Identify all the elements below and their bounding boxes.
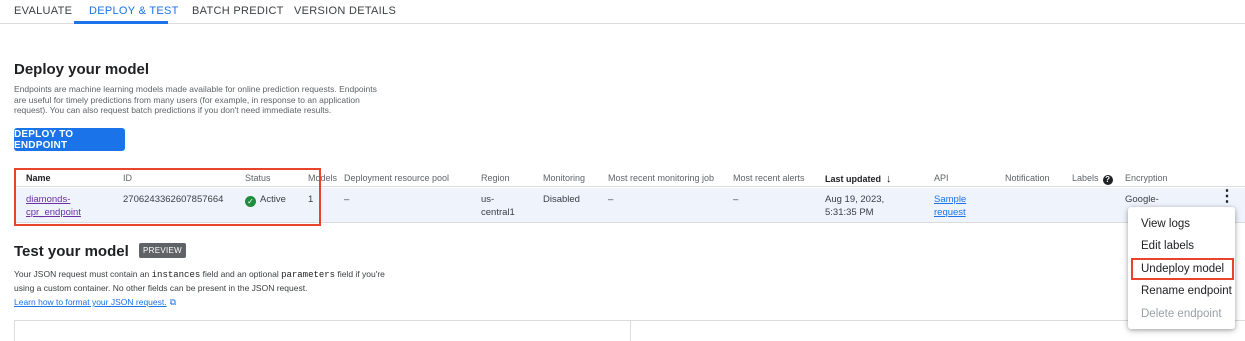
test-desc-part1: Your JSON request must contain an: [14, 269, 152, 279]
col-header-api[interactable]: API: [934, 173, 949, 183]
menu-item-undeploy-model[interactable]: Undeploy model: [1141, 263, 1224, 275]
endpoint-status-label: Active: [260, 194, 286, 205]
col-header-pool[interactable]: Deployment resource pool: [344, 173, 449, 183]
endpoint-last-updated: Aug 19, 2023, 5:31:35 PM: [825, 194, 885, 218]
menu-item-rename-endpoint[interactable]: Rename endpoint: [1141, 285, 1232, 297]
tab-evaluate[interactable]: EVALUATE: [14, 5, 72, 17]
col-header-notification[interactable]: Notification: [1005, 173, 1050, 183]
more-vert-icon[interactable]: ⋮: [1219, 189, 1235, 205]
menu-item-view-logs[interactable]: View logs: [1141, 218, 1190, 230]
col-header-last-updated[interactable]: Last updated ↓: [825, 173, 892, 185]
endpoint-name-link[interactable]: diamonds- cpr_endpoint: [26, 193, 81, 219]
col-header-labels-label: Labels: [1072, 173, 1099, 183]
open-in-new-icon: ⧉: [169, 297, 177, 307]
table-row: diamonds- cpr_endpoint 27062433626078576…: [14, 188, 1245, 223]
endpoint-encryption: Google-: [1125, 194, 1159, 205]
endpoint-recent-alerts: –: [733, 194, 739, 205]
arrow-down-icon: ↓: [886, 173, 892, 185]
endpoint-status: ✓ Active: [245, 193, 286, 207]
test-description: Your JSON request must contain an instan…: [14, 268, 394, 295]
sample-request-link[interactable]: Sample request: [934, 193, 966, 219]
col-header-status[interactable]: Status: [245, 173, 271, 183]
col-header-recent-job[interactable]: Most recent monitoring job: [608, 173, 714, 183]
check-circle-icon: ✓: [245, 196, 256, 207]
code-instances: instances: [151, 270, 201, 280]
deploy-description: Endpoints are machine learning models ma…: [14, 84, 377, 115]
endpoint-id: 2706243362607857664: [123, 194, 224, 205]
tab-version-details[interactable]: VERSION DETAILS: [294, 5, 396, 17]
col-header-models[interactable]: Models: [308, 173, 337, 183]
endpoint-monitoring: Disabled: [543, 194, 580, 205]
tab-bar: EVALUATE DEPLOY & TEST BATCH PREDICT VER…: [0, 0, 1245, 24]
endpoint-recent-job: –: [608, 194, 614, 205]
deploy-to-endpoint-button[interactable]: DEPLOY TO ENDPOINT: [14, 128, 125, 151]
preview-badge: PREVIEW: [139, 243, 186, 258]
active-tab-indicator: [74, 21, 168, 24]
col-header-recent-alerts[interactable]: Most recent alerts: [733, 173, 805, 183]
tab-batch-predict[interactable]: BATCH PREDICT: [192, 5, 284, 17]
col-header-last-updated-label: Last updated: [825, 174, 882, 184]
col-header-labels[interactable]: Labels?: [1072, 173, 1113, 185]
menu-item-edit-labels[interactable]: Edit labels: [1141, 240, 1194, 252]
test-section-title: Test your model: [14, 243, 129, 260]
json-request-panel[interactable]: [14, 320, 631, 341]
tab-deploy-test[interactable]: DEPLOY & TEST: [89, 5, 179, 17]
test-desc-part2: field and an optional: [200, 269, 282, 279]
col-header-monitoring[interactable]: Monitoring: [543, 173, 585, 183]
menu-item-delete-endpoint: Delete endpoint: [1141, 308, 1222, 320]
help-icon[interactable]: ?: [1102, 175, 1113, 185]
col-header-id[interactable]: ID: [123, 173, 132, 183]
col-header-region[interactable]: Region: [481, 173, 510, 183]
deploy-section-title: Deploy your model: [14, 61, 150, 78]
endpoint-region: us- central1: [481, 194, 515, 218]
learn-json-format-link[interactable]: Learn how to format your JSON request. ⧉: [14, 297, 176, 308]
code-parameters: parameters: [281, 270, 336, 280]
col-header-encryption[interactable]: Encryption: [1125, 173, 1168, 183]
learn-json-format-label: Learn how to format your JSON request.: [14, 297, 167, 307]
endpoint-pool: –: [344, 194, 350, 205]
col-header-name[interactable]: Name: [26, 173, 51, 183]
endpoints-table-header: Name ID Status Models Deployment resourc…: [14, 167, 1245, 187]
endpoint-models-count: 1: [308, 194, 314, 205]
endpoint-actions-menu: View logs Edit labels Undeploy model Ren…: [1128, 207, 1235, 329]
